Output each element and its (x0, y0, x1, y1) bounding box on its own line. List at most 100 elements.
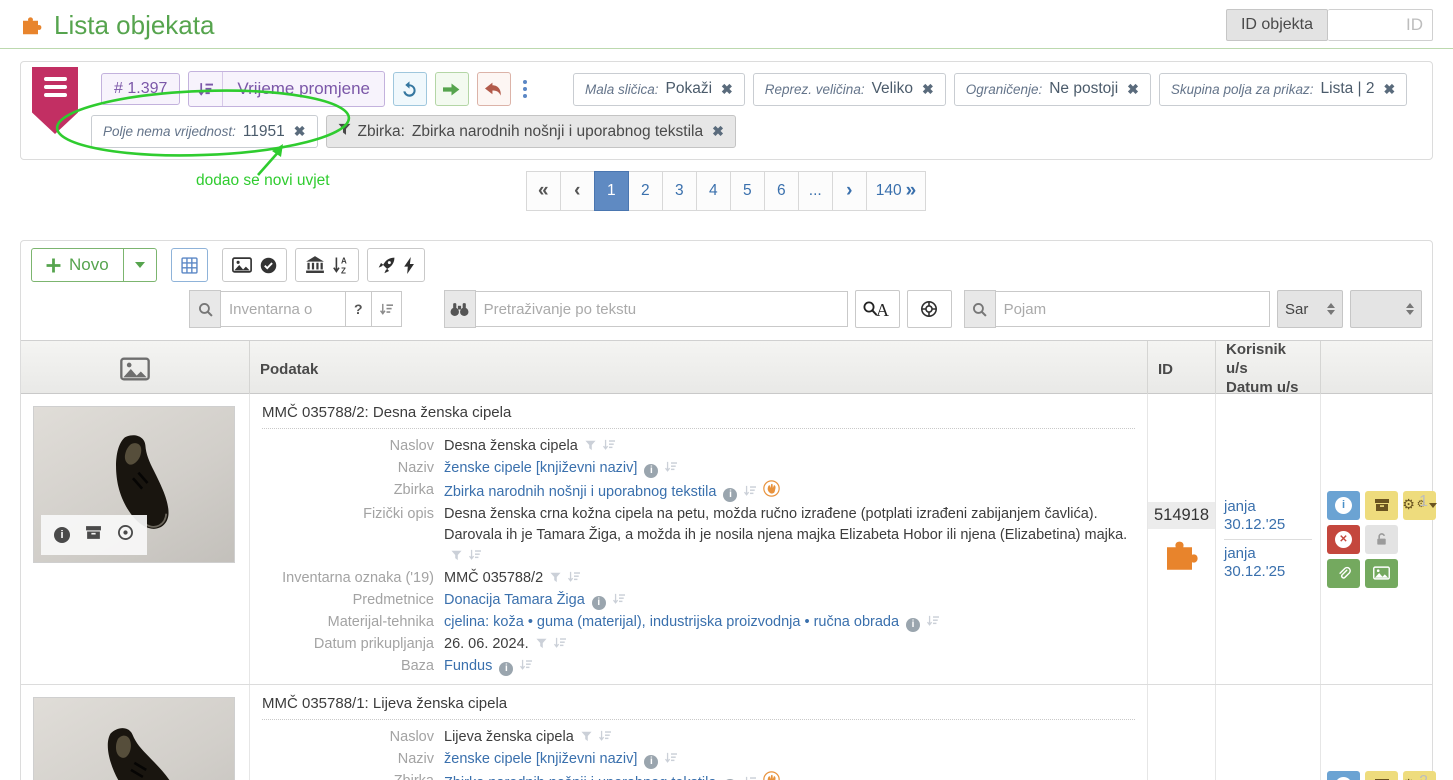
funnel-icon[interactable] (550, 569, 561, 590)
info-icon[interactable]: i (723, 774, 737, 780)
pagination-page-3[interactable]: 3 (662, 171, 697, 211)
info-icon[interactable]: i (499, 657, 513, 678)
sar-select[interactable]: Sar (1277, 290, 1343, 328)
refresh-button[interactable] (393, 72, 427, 106)
image-button[interactable] (1365, 559, 1398, 588)
data-cell: MMČ 035788/1: Lijeva ženska cipela Naslo… (249, 685, 1147, 780)
sort-inventory-button[interactable] (372, 291, 402, 327)
pagination-page-1[interactable]: 1 (594, 171, 629, 211)
sort-field-control[interactable]: Vrijeme promjene (188, 71, 385, 107)
new-object-dropdown-button[interactable] (124, 248, 157, 282)
undo-arrow-icon (485, 82, 502, 97)
museum-sort-button[interactable]: AZ (295, 248, 359, 282)
field-value-link[interactable]: ženske cipele [književni naziv]i (444, 749, 677, 771)
remove-filter-icon[interactable]: ✖ (1127, 81, 1139, 98)
funnel-icon[interactable] (536, 635, 547, 656)
result-count-button[interactable]: # 1.397 (101, 73, 180, 105)
archive-button[interactable] (1365, 491, 1398, 520)
info-button[interactable]: i (1327, 491, 1360, 520)
id-input[interactable] (1328, 9, 1433, 41)
pagination-last-button[interactable]: 140 » (866, 171, 926, 211)
pagination-prev-button[interactable]: ‹ (560, 171, 595, 211)
info-icon[interactable]: i (644, 459, 658, 480)
pagination-next-button[interactable]: › (832, 171, 867, 211)
field-value-link[interactable]: Fundusi (444, 656, 532, 678)
inventory-number-input[interactable] (221, 291, 346, 327)
pagination-page-2[interactable]: 2 (628, 171, 663, 211)
info-icon[interactable]: i (644, 750, 658, 771)
attachment-button[interactable] (1327, 559, 1360, 588)
new-object-button[interactable]: Novo (31, 248, 124, 282)
sort-field-label: Vrijeme promjene (223, 72, 384, 106)
field-value-link[interactable]: ženske cipele [književni naziv]i (444, 458, 677, 480)
id-object-button[interactable]: ID objekta (1226, 9, 1328, 41)
info-icon[interactable]: i (54, 527, 70, 543)
globe-search-button[interactable] (907, 290, 952, 328)
info-icon[interactable]: i (592, 591, 606, 612)
undo-button[interactable] (477, 72, 511, 106)
field-value-link[interactable]: Donacija Tamara Žigai (444, 590, 625, 612)
date-link[interactable]: 30.12.'25 (1224, 563, 1312, 581)
info-icon[interactable]: i (906, 613, 920, 634)
archive-box-icon[interactable] (85, 524, 102, 546)
object-photo[interactable]: i (33, 406, 235, 563)
user-date-entry[interactable]: janja30.12.'25 (1224, 493, 1312, 539)
remove-filter-icon[interactable]: ✖ (922, 81, 934, 98)
sort-icon[interactable] (520, 657, 532, 678)
pagination-page-5[interactable]: 5 (730, 171, 765, 211)
forward-button[interactable] (435, 72, 469, 106)
filter-chip-skupina-polja: Skupina polja za prikaz: Lista | 2 ✖ (1159, 73, 1407, 106)
funnel-icon[interactable] (581, 728, 592, 749)
pagination-page-6[interactable]: 6 (764, 171, 799, 211)
remove-filter-icon[interactable]: ✖ (712, 123, 724, 140)
puzzle-icon[interactable] (1162, 531, 1202, 576)
delete-button[interactable]: ✕ (1327, 525, 1360, 554)
sort-icon[interactable] (744, 774, 756, 780)
object-photo[interactable]: i (33, 697, 235, 780)
fulltext-search-input[interactable] (476, 291, 848, 327)
info-icon[interactable]: i (723, 483, 737, 504)
funnel-icon[interactable] (451, 547, 462, 568)
pagination-page-4[interactable]: 4 (696, 171, 731, 211)
sort-icon[interactable] (599, 728, 611, 749)
sort-icon[interactable] (665, 459, 677, 480)
info-button[interactable]: i (1327, 771, 1360, 780)
field-value-link[interactable]: cjelina: koža • guma (materijal), indust… (444, 612, 939, 634)
archive-button[interactable] (1365, 771, 1398, 780)
user-link[interactable]: janja (1224, 498, 1312, 516)
menu-button[interactable] (32, 67, 78, 134)
date-link[interactable]: 30.12.'25 (1224, 516, 1312, 534)
remove-filter-icon[interactable]: ✖ (1384, 81, 1396, 98)
rocket-actions-button[interactable] (367, 248, 425, 282)
remove-filter-icon[interactable]: ✖ (721, 81, 733, 98)
font-search-button[interactable]: A (855, 290, 900, 328)
pagination-first-button[interactable]: « (526, 171, 561, 211)
app-page: Lista objekata ID objekta # 1.397 Vrijem… (0, 0, 1453, 780)
hand-icon[interactable] (763, 480, 780, 504)
more-options-icon[interactable] (523, 80, 527, 98)
field-value-link[interactable]: Zbirka narodnih nošnji i uporabnog tekst… (444, 771, 780, 780)
image-check-button[interactable] (222, 248, 287, 282)
sort-icon[interactable] (568, 569, 580, 590)
sort-icon[interactable] (554, 635, 566, 656)
unlock-button[interactable] (1365, 525, 1398, 554)
help-button[interactable]: ? (346, 291, 372, 327)
target-icon[interactable] (117, 524, 134, 546)
hand-icon[interactable] (763, 771, 780, 780)
term-search-input[interactable] (996, 291, 1270, 327)
user-date-entry[interactable]: janja30.12.'25 (1224, 539, 1312, 586)
sort-icon[interactable] (469, 547, 481, 568)
id-cell: 514901 (1147, 685, 1215, 780)
sort-icon[interactable] (603, 437, 615, 458)
sort-icon[interactable] (927, 613, 939, 634)
sort-icon[interactable] (744, 483, 756, 504)
empty-select[interactable] (1350, 290, 1422, 328)
remove-filter-icon[interactable]: ✖ (294, 123, 306, 140)
sort-icon[interactable] (613, 591, 625, 612)
user-link[interactable]: janja (1224, 545, 1312, 563)
funnel-icon[interactable] (585, 437, 596, 458)
sort-icon[interactable] (665, 750, 677, 771)
field-value-link[interactable]: Zbirka narodnih nošnji i uporabnog tekst… (444, 480, 780, 504)
field-label: Baza (262, 656, 444, 678)
table-view-button[interactable] (171, 248, 208, 282)
